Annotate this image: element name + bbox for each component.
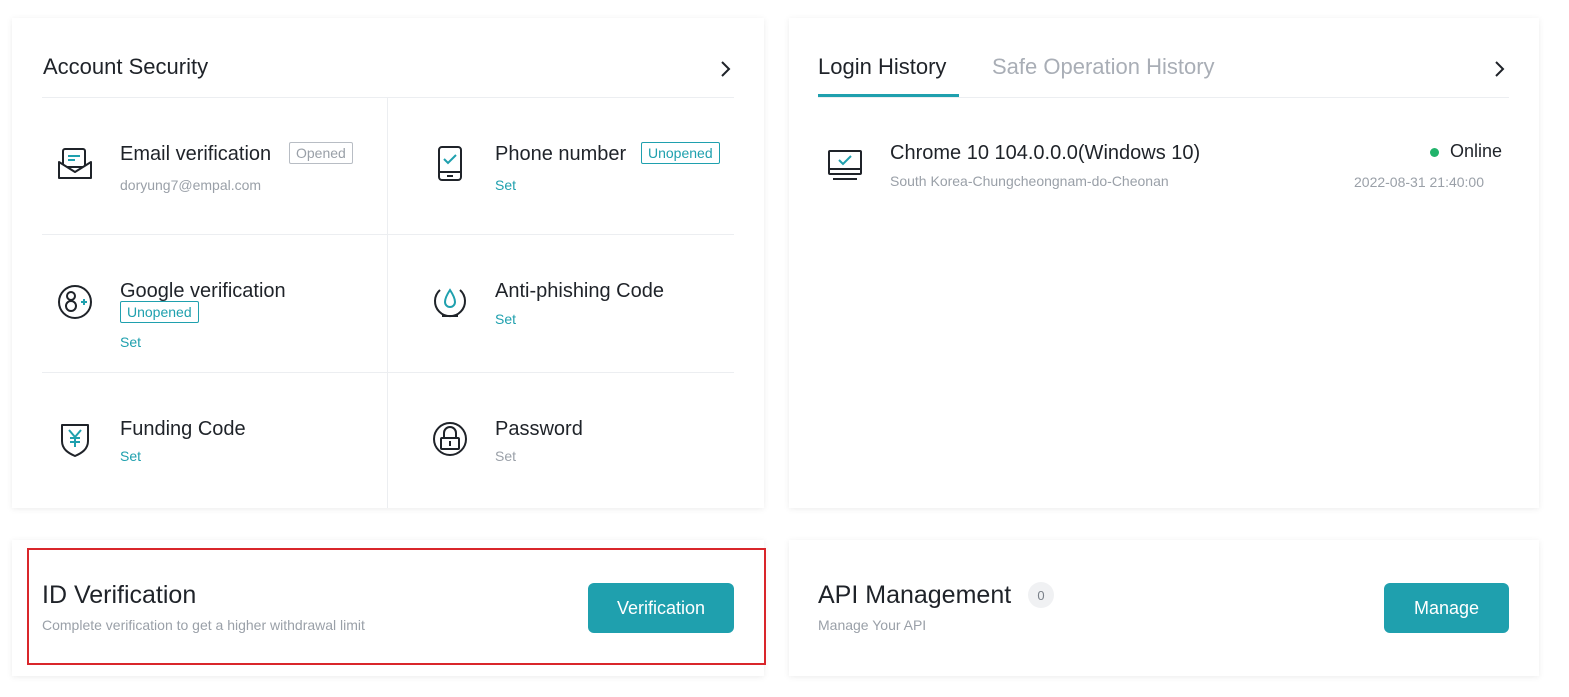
- status-badge: Opened: [289, 142, 353, 164]
- password-label: Password: [495, 418, 583, 440]
- computer-icon: [825, 146, 865, 186]
- set-link[interactable]: Set: [495, 311, 516, 327]
- email-icon: [55, 144, 95, 184]
- set-link[interactable]: Set: [495, 177, 516, 193]
- chevron-right-icon[interactable]: [714, 58, 736, 80]
- divider: [387, 98, 388, 508]
- lock-icon: [430, 419, 470, 459]
- login-time: 2022-08-31 21:40:00: [1354, 174, 1484, 190]
- phone-icon: [430, 144, 470, 184]
- email-address: doryung7@empal.com: [120, 177, 262, 193]
- funding-code-label: Funding Code: [120, 418, 246, 440]
- chevron-right-icon[interactable]: [1488, 58, 1510, 80]
- api-management-subtitle: Manage Your API: [818, 617, 927, 633]
- funding-shield-icon: [55, 419, 95, 459]
- status-badge: Unopened: [120, 301, 199, 323]
- online-dot: [1430, 148, 1439, 157]
- tab-safe-operation-history[interactable]: Safe Operation History: [992, 54, 1215, 80]
- tab-login-history[interactable]: Login History: [818, 54, 946, 80]
- status-badge: Unopened: [641, 142, 720, 164]
- account-security-card: Account Security Email verification Open…: [12, 18, 764, 508]
- manage-button[interactable]: Manage: [1384, 583, 1509, 633]
- online-status: Online: [1450, 141, 1503, 161]
- login-location: South Korea-Chungcheongnam-do-Cheonan: [890, 173, 1169, 189]
- highlight-box: [27, 548, 766, 665]
- anti-phishing-icon: [430, 282, 470, 322]
- anti-phishing-label: Anti-phishing Code: [495, 280, 664, 302]
- device-name: Chrome 10 104.0.0.0(Windows 10): [890, 142, 1201, 164]
- divider: [42, 372, 734, 373]
- api-management-card: API Management 0 Manage Your API Manage: [789, 540, 1539, 676]
- divider: [42, 97, 734, 98]
- google-verification-label: Google verification: [120, 280, 286, 302]
- set-link[interactable]: Set: [120, 334, 141, 350]
- divider: [42, 234, 734, 235]
- set-link[interactable]: Set: [120, 448, 141, 464]
- account-security-title: Account Security: [43, 54, 209, 79]
- google-icon: [55, 282, 95, 322]
- login-history-card: Login History Safe Operation History Chr…: [789, 18, 1539, 508]
- api-management-title: API Management: [818, 581, 1012, 609]
- email-verification-label: Email verification: [120, 143, 272, 165]
- password-status: Set: [495, 448, 517, 464]
- divider: [818, 97, 1509, 98]
- phone-number-label: Phone number: [495, 143, 627, 165]
- api-count-badge: 0: [1028, 582, 1054, 608]
